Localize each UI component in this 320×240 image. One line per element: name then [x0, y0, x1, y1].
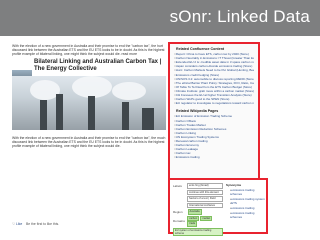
confluence-heading: Related Confluence Content: [176, 47, 225, 51]
factory-smokestacks-image: [12, 75, 166, 130]
synonyms-section: Synonyms emissions trading schemes emiss…: [226, 183, 266, 220]
field-row: International confiance: [173, 202, 223, 209]
domains-label: Domains: [173, 218, 185, 223]
slide-title: sOnr: Linked Data: [169, 7, 310, 26]
option-input[interactable]: continue with this element: [187, 189, 223, 196]
confluence-item[interactable]: EU regulator to investigate to negotiati…: [174, 101, 254, 105]
region-label: Region: [173, 209, 183, 214]
labels-input[interactable]: emis hng (broad): [187, 183, 223, 189]
selected-tag[interactable]: EU system of emissions trading scheme: [173, 227, 223, 237]
field-row: Labels emis hng (broad): [173, 183, 223, 189]
field-row: Sectors of a text | Field: [173, 196, 223, 202]
like-note: Be the first to like this.: [26, 222, 60, 226]
domain-tag[interactable]: trade: [187, 221, 198, 227]
wikipedia-heading: Related Wikipedia Pages: [176, 109, 219, 114]
slide-header: sOnr: Linked Data: [0, 0, 320, 36]
domain-tag[interactable]: market: [200, 215, 213, 222]
sector-input[interactable]: Sectors of a text | Field: [187, 196, 223, 202]
confluence-item[interactable]: Hunt: Carbon Markets Need to be Put Glob…: [174, 68, 254, 72]
article-column: With the election of a new government in…: [12, 44, 166, 150]
conference-input[interactable]: International confiance: [187, 202, 223, 209]
confluence-list: Report: China to have ETS, carbon tax by…: [174, 52, 254, 105]
synonym-item[interactable]: emissions trading schemes: [230, 188, 266, 197]
like-link[interactable]: Like: [16, 222, 22, 226]
wikipedia-list: EU Emission of Emission Trading Scheme C…: [174, 114, 254, 159]
field-label: Labels: [173, 183, 182, 188]
related-content-panel: Related Confluence Content Report: China…: [168, 42, 260, 190]
field-row: Region Australia: [173, 209, 223, 215]
tagging-panel: Labels emis hng (broad) continue with th…: [168, 178, 268, 237]
selected-tag-row: EU system of emissions trading scheme: [173, 227, 223, 237]
region-tag[interactable]: Australia: [187, 209, 202, 215]
article-title[interactable]: Bilateral Linking and Australian Carbon …: [34, 59, 162, 73]
article-intro: With the election of a new government in…: [12, 44, 165, 57]
wikipedia-item[interactable]: Emissions trading: [174, 155, 254, 159]
field-row: Domains carbon markettrade: [173, 215, 223, 227]
like-row: ♡ Like Be the first to like this.: [12, 222, 59, 226]
field-row: continue with this element: [173, 189, 223, 196]
article-body: With the election of a new government in…: [12, 135, 166, 149]
synonym-item[interactable]: emissions trading schemes: [230, 211, 266, 220]
tag-fields: Labels emis hng (broad) continue with th…: [173, 183, 223, 237]
synonyms-list: emissions trading schemes emissions trad…: [226, 188, 266, 220]
